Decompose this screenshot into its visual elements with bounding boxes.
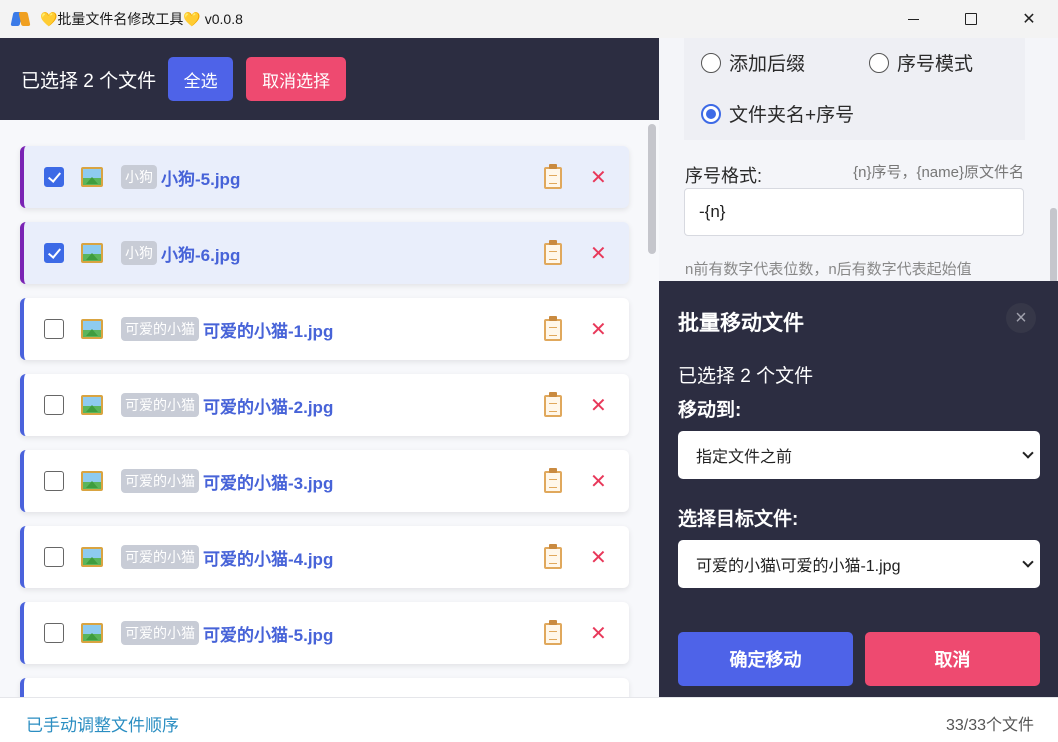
- clipboard-icon[interactable]: [544, 620, 562, 645]
- image-file-icon: [81, 395, 103, 415]
- mode-sequence-label: 序号模式: [897, 54, 974, 75]
- file-name: 小狗-6.jpg: [161, 245, 241, 265]
- radio-circle[interactable]: [869, 52, 889, 73]
- folder-tag: 可爱的小猫: [121, 621, 199, 645]
- file-checkbox[interactable]: [44, 243, 64, 263]
- radio-circle[interactable]: [701, 103, 721, 124]
- select-all-button[interactable]: 全选: [168, 57, 234, 101]
- format-label: 序号格式:: [685, 166, 763, 186]
- file-name: 可爱的小猫-5.jpg: [203, 625, 334, 645]
- radio-circle[interactable]: [701, 52, 721, 73]
- title-bar: 💛批量文件名修改工具💛 v0.0.8 ✕: [0, 0, 1058, 38]
- file-row[interactable]: [20, 678, 629, 697]
- folder-tag: 可爱的小猫: [121, 469, 199, 493]
- file-row[interactable]: 小狗 小狗-5.jpg ✕: [20, 146, 629, 208]
- cancel-selection-button[interactable]: 取消选择: [246, 57, 347, 101]
- folder-tag: 小狗: [121, 241, 157, 265]
- cancel-button[interactable]: 取消: [865, 632, 1040, 686]
- maximize-icon[interactable]: [942, 0, 1000, 38]
- clipboard-icon[interactable]: [544, 392, 562, 417]
- close-icon[interactable]: ×: [1006, 303, 1036, 333]
- selected-count: 已选择 2 个文件: [21, 70, 157, 92]
- mode-options: 添加后缀 序号模式 文件夹名+序号: [684, 38, 1025, 140]
- folder-tag: 小狗: [121, 165, 157, 189]
- minimize-icon[interactable]: [884, 0, 942, 38]
- file-checkbox[interactable]: [44, 319, 64, 339]
- format-note: n前有数字代表位数，n后有数字代表起始值: [685, 261, 972, 278]
- dialog-selected-count: 已选择 2 个文件: [678, 366, 814, 387]
- file-row[interactable]: 可爱的小猫 可爱的小猫-1.jpg ✕: [20, 298, 629, 360]
- image-file-icon: [81, 547, 103, 567]
- clipboard-icon[interactable]: [544, 316, 562, 341]
- delete-icon[interactable]: ✕: [590, 317, 607, 342]
- chevron-down-icon: [1022, 447, 1034, 459]
- folder-tag: 可爱的小猫: [121, 393, 199, 417]
- folder-tag: 可爱的小猫: [121, 317, 199, 341]
- file-list: 小狗 小狗-5.jpg ✕ 小狗 小狗-6.jpg ✕ 可爱的小猫 可爱的小猫-…: [0, 120, 659, 697]
- image-file-icon: [81, 243, 103, 263]
- target-file-label: 选择目标文件:: [678, 509, 799, 530]
- target-file-value: 可爱的小猫\可爱的小猫-1.jpg: [696, 558, 901, 575]
- folder-tag: 可爱的小猫: [121, 545, 199, 569]
- file-checkbox[interactable]: [44, 471, 64, 491]
- file-row[interactable]: 可爱的小猫 可爱的小猫-4.jpg ✕: [20, 526, 629, 588]
- file-checkbox[interactable]: [44, 395, 64, 415]
- mode-folder-seq-label: 文件夹名+序号: [729, 105, 855, 126]
- image-file-icon: [81, 623, 103, 643]
- move-to-value: 指定文件之前: [696, 449, 793, 466]
- image-file-icon: [81, 167, 103, 187]
- file-row[interactable]: 可爱的小猫 可爱的小猫-3.jpg ✕: [20, 450, 629, 512]
- mode-suffix-radio[interactable]: 添加后缀: [701, 49, 805, 76]
- image-file-icon: [81, 471, 103, 491]
- delete-icon[interactable]: ✕: [590, 469, 607, 494]
- format-input[interactable]: -{n}: [684, 188, 1024, 236]
- format-hint: {n}序号，{name}原文件名: [853, 164, 1024, 181]
- mode-folder-seq-radio[interactable]: 文件夹名+序号: [701, 100, 854, 127]
- file-name: 可爱的小猫-4.jpg: [203, 549, 334, 569]
- image-file-icon: [81, 319, 103, 339]
- file-checkbox[interactable]: [44, 167, 64, 187]
- delete-icon[interactable]: ✕: [590, 393, 607, 418]
- dialog-title: 批量移动文件: [678, 312, 804, 335]
- delete-icon[interactable]: ✕: [590, 165, 607, 190]
- window-title: 💛批量文件名修改工具💛 v0.0.8: [40, 11, 243, 27]
- settings-scrollbar[interactable]: [1050, 208, 1057, 283]
- file-row[interactable]: 可爱的小猫 可爱的小猫-2.jpg ✕: [20, 374, 629, 436]
- file-checkbox[interactable]: [44, 547, 64, 567]
- file-list-scrollbar[interactable]: [648, 124, 656, 254]
- delete-icon[interactable]: ✕: [590, 621, 607, 646]
- close-window-icon[interactable]: ✕: [1000, 0, 1058, 38]
- move-to-label: 移动到:: [678, 400, 742, 421]
- file-count: 33/33个文件: [945, 717, 1034, 734]
- delete-icon[interactable]: ✕: [590, 241, 607, 266]
- file-list-header: 已选择 2 个文件 全选 取消选择: [0, 38, 659, 120]
- status-bar: 已手动调整文件顺序 33/33个文件: [0, 697, 1058, 742]
- move-to-select[interactable]: 指定文件之前: [678, 431, 1040, 479]
- file-row[interactable]: 小狗 小狗-6.jpg ✕: [20, 222, 629, 284]
- delete-icon[interactable]: ✕: [590, 545, 607, 570]
- chevron-down-icon: [1022, 556, 1034, 568]
- app-logo-icon: [10, 10, 31, 28]
- mode-sequence-radio[interactable]: 序号模式: [869, 49, 973, 76]
- confirm-move-button[interactable]: 确定移动: [678, 632, 853, 686]
- batch-move-dialog: 批量移动文件 × 已选择 2 个文件 移动到: 指定文件之前 选择目标文件: 可…: [659, 281, 1058, 705]
- clipboard-icon[interactable]: [544, 544, 562, 569]
- file-checkbox[interactable]: [44, 623, 64, 643]
- file-name: 小狗-5.jpg: [161, 169, 241, 189]
- file-name: 可爱的小猫-1.jpg: [203, 321, 334, 341]
- file-row[interactable]: 可爱的小猫 可爱的小猫-5.jpg ✕: [20, 602, 629, 664]
- window-controls: ✕: [884, 0, 1058, 38]
- status-text: 已手动调整文件顺序: [26, 716, 179, 735]
- clipboard-icon[interactable]: [544, 468, 562, 493]
- clipboard-icon[interactable]: [544, 240, 562, 265]
- mode-suffix-label: 添加后缀: [729, 54, 806, 75]
- target-file-select[interactable]: 可爱的小猫\可爱的小猫-1.jpg: [678, 540, 1040, 588]
- file-name: 可爱的小猫-3.jpg: [203, 473, 334, 493]
- file-name: 可爱的小猫-2.jpg: [203, 397, 334, 417]
- clipboard-icon[interactable]: [544, 164, 562, 189]
